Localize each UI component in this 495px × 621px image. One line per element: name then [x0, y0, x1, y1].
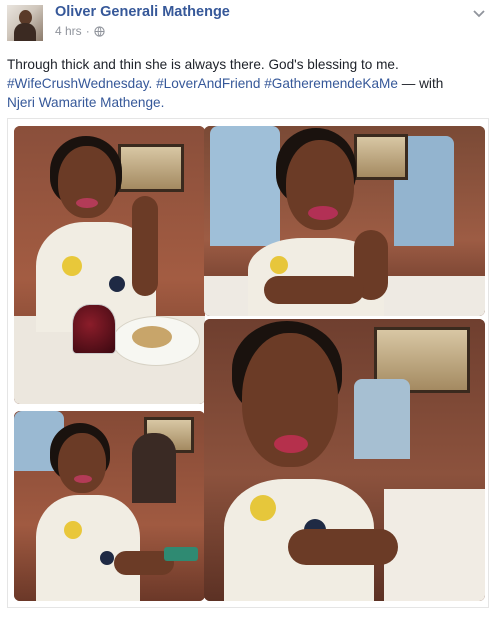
post-options-button[interactable] [469, 6, 489, 22]
author-avatar[interactable] [7, 5, 43, 41]
tagged-person-link[interactable]: Njeri Wamarite Mathenge. [7, 95, 164, 110]
hashtag-link[interactable]: #GatheremendeKaMe [264, 76, 398, 91]
hashtag-link[interactable]: #LoverAndFriend [156, 76, 260, 91]
with-prefix: — with [401, 76, 444, 91]
post-timestamp[interactable]: 4 hrs [55, 24, 82, 38]
post-meta: 4 hrs · [55, 24, 105, 38]
globe-icon[interactable] [94, 25, 105, 37]
photo-collage [7, 118, 489, 608]
photo-1[interactable] [14, 126, 205, 404]
meta-separator: · [85, 24, 90, 38]
photo-3[interactable] [14, 411, 205, 601]
photo-2[interactable] [204, 126, 485, 316]
hashtag-link[interactable]: #WifeCrushWednesday. [7, 76, 152, 91]
post-text: Through thick and thin she is always the… [7, 55, 477, 112]
photo-4[interactable] [204, 319, 485, 601]
chevron-down-icon [473, 5, 485, 23]
feed-post: Oliver Generali Mathenge 4 hrs · Through… [0, 0, 495, 621]
author-name[interactable]: Oliver Generali Mathenge [55, 4, 230, 20]
post-message: Through thick and thin she is always the… [7, 57, 399, 72]
